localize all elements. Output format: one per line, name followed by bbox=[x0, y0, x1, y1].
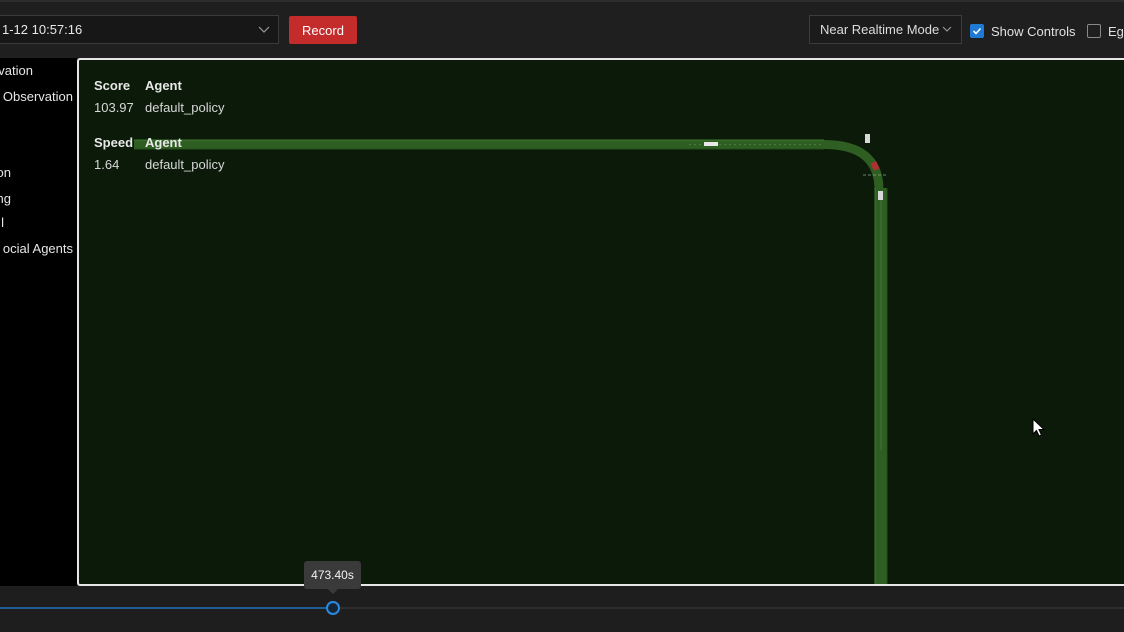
speed-header: Speed bbox=[94, 135, 134, 150]
sidebar-item[interactable]: t Observation bbox=[0, 89, 73, 104]
top-divider bbox=[0, 0, 1124, 2]
session-select[interactable]: 1-12 10:57:16 bbox=[0, 15, 279, 44]
sidebar-item[interactable]: ng bbox=[0, 191, 11, 206]
simulation-viewport[interactable]: Score Agent 103.97 default_policy Speed … bbox=[77, 58, 1124, 586]
sidebar: vation t Observation on ng l ocial Agent… bbox=[0, 58, 77, 586]
score-header: Score bbox=[94, 78, 131, 93]
score-value: 103.97 bbox=[94, 100, 134, 115]
timeline-scrubber-handle[interactable] bbox=[326, 601, 340, 615]
speed-value: 1.64 bbox=[94, 157, 120, 172]
sidebar-item[interactable]: on bbox=[0, 165, 11, 180]
hud-speed-header: Speed bbox=[94, 135, 133, 150]
speed-agent: default_policy bbox=[145, 157, 225, 172]
record-button[interactable]: Record bbox=[289, 16, 357, 44]
timeline-tooltip-text: 473.40s bbox=[311, 568, 354, 582]
ego-toggle[interactable]: Eg bbox=[1087, 22, 1124, 40]
speed-agent-header: Agent bbox=[145, 135, 182, 150]
social-vehicle bbox=[704, 142, 718, 146]
timeline-progress bbox=[0, 607, 333, 609]
mode-select[interactable]: Near Realtime Mode bbox=[809, 15, 962, 44]
session-select-value: 1-12 10:57:16 bbox=[2, 22, 83, 37]
chevron-down-icon bbox=[258, 26, 270, 33]
sidebar-item[interactable]: l bbox=[1, 215, 4, 230]
top-toolbar: 1-12 10:57:16 Record Near Realtime Mode … bbox=[0, 0, 1124, 58]
hud-score-agent-header: Agent bbox=[145, 78, 182, 93]
ego-label: Eg bbox=[1108, 23, 1124, 39]
social-vehicle bbox=[878, 191, 883, 200]
checkmark-icon bbox=[972, 27, 982, 35]
ego-checkbox[interactable] bbox=[1087, 24, 1101, 38]
show-controls-label: Show Controls bbox=[991, 23, 1076, 39]
hud-score-header: Score bbox=[94, 78, 130, 93]
hud-score-agent: default_policy bbox=[145, 100, 225, 115]
show-controls-checkbox[interactable] bbox=[970, 24, 984, 38]
show-controls-toggle[interactable]: Show Controls bbox=[970, 22, 1076, 40]
sidebar-item[interactable]: ocial Agents bbox=[3, 241, 73, 256]
social-vehicle bbox=[865, 134, 870, 143]
score-agent-header: Agent bbox=[145, 78, 182, 93]
timeline-tooltip: 473.40s bbox=[304, 561, 361, 594]
road-segment-curve bbox=[823, 140, 884, 191]
score-agent: default_policy bbox=[145, 100, 225, 115]
road-map bbox=[134, 134, 888, 584]
sidebar-item[interactable]: vation bbox=[0, 63, 33, 78]
hud-speed-agent: default_policy bbox=[145, 157, 225, 172]
timeline-bar bbox=[0, 586, 1124, 632]
hud-speed-value: 1.64 bbox=[94, 157, 119, 172]
hud-speed-agent-header: Agent bbox=[145, 135, 182, 150]
tooltip-arrow bbox=[328, 589, 338, 594]
chevron-down-icon bbox=[942, 26, 952, 32]
mode-select-value: Near Realtime Mode bbox=[820, 22, 940, 37]
hud-score-value: 103.97 bbox=[94, 100, 134, 115]
mouse-cursor-icon bbox=[1032, 418, 1046, 437]
